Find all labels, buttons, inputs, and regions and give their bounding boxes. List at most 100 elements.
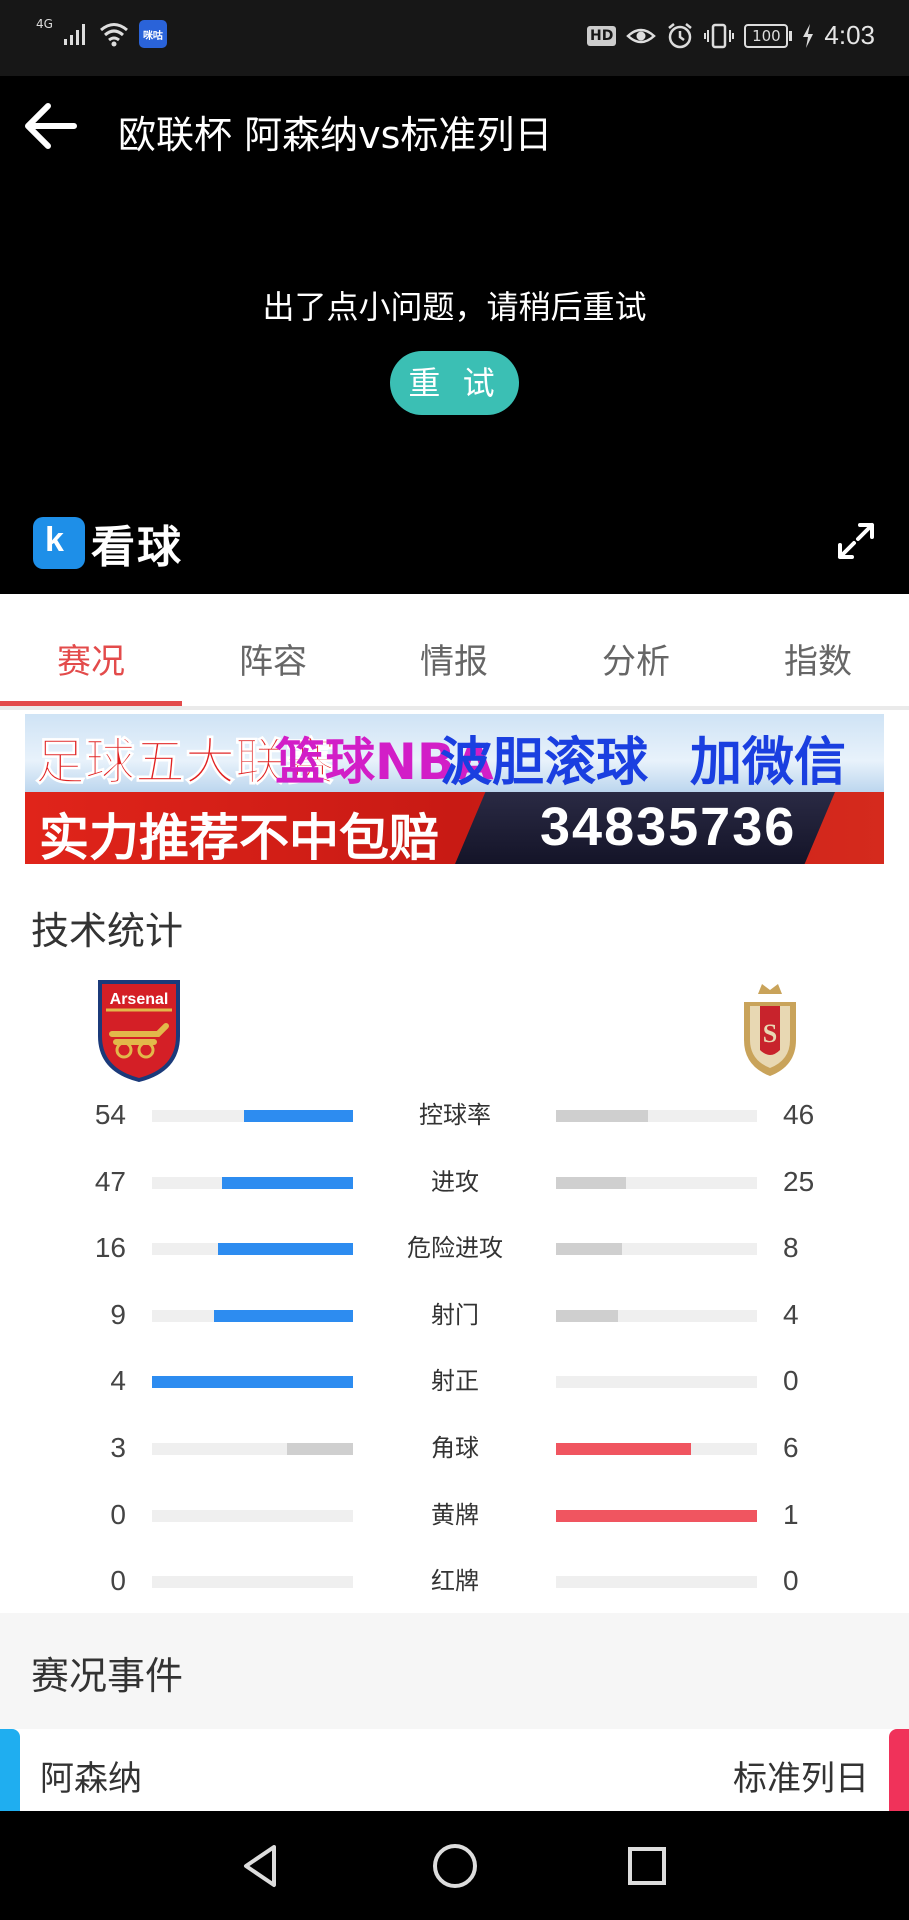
away-team-color-bar — [889, 1729, 909, 1811]
back-nav-icon[interactable] — [234, 1839, 288, 1893]
banner-text: 实力推荐不中包赔 — [39, 809, 439, 864]
home-stat-bar — [152, 1243, 353, 1256]
away-stat-value: 6 — [783, 1432, 799, 1463]
home-stat-value: 54 — [94, 1099, 126, 1130]
stat-row: 16 危险进攻 8 — [0, 1228, 909, 1268]
home-stat-bar — [152, 1176, 353, 1189]
stat-row: 0 黄牌 1 — [0, 1495, 909, 1535]
match-events-section: 赛况事件 阿森纳 标准列日 — [0, 1613, 909, 1811]
home-team-name: 阿森纳 — [40, 1759, 142, 1799]
crest-text: Arsenal — [110, 991, 169, 1008]
away-stat-bar-fill — [556, 1110, 648, 1122]
svg-text:S: S — [763, 1019, 777, 1048]
home-stat-bar-fill — [218, 1243, 353, 1256]
home-stat-value: 9 — [110, 1298, 126, 1330]
tab-odds[interactable]: 指数 — [727, 594, 909, 704]
tab-match-status[interactable]: 赛况 — [0, 594, 182, 704]
home-stat-bar — [152, 1376, 353, 1389]
home-stat-bar — [152, 1110, 353, 1122]
retry-button[interactable]: 重 试 — [390, 351, 519, 415]
stat-label: 射门 — [431, 1300, 479, 1329]
banner-top-strip: 足球五大联赛 篮球NBA 波胆滚球 加微信 — [25, 714, 884, 793]
home-stat-bar — [152, 1509, 353, 1522]
clock-time: 4:03 — [824, 20, 875, 50]
tab-intel[interactable]: 情报 — [363, 594, 545, 704]
stat-row: 47 进攻 25 — [0, 1162, 909, 1202]
banner-text: 加微信 — [690, 733, 847, 793]
home-stat-value: 0 — [110, 1565, 126, 1597]
away-stat-bar — [556, 1176, 757, 1189]
page-title: 欧联杯 阿森纳vs标准列日 — [118, 113, 553, 157]
stat-row: 3 角球 6 — [0, 1428, 909, 1468]
logo-text: 看球 — [91, 522, 183, 573]
tab-divider — [0, 706, 909, 710]
away-stat-value: 46 — [783, 1099, 815, 1130]
away-stat-value: 8 — [783, 1232, 799, 1264]
home-stat-bar-fill — [214, 1309, 353, 1322]
stat-row: 4 射正 0 — [0, 1361, 909, 1401]
home-team-color-bar — [0, 1729, 20, 1811]
home-stat-bar-fill — [244, 1110, 353, 1122]
away-stat-value: 0 — [783, 1365, 799, 1397]
banner-phone-number: 34835736 — [540, 797, 797, 857]
away-stat-bar — [556, 1243, 757, 1256]
home-nav-icon[interactable] — [428, 1839, 482, 1893]
stat-label: 控球率 — [419, 1101, 491, 1129]
stat-label: 射正 — [431, 1367, 479, 1396]
away-stat-bar — [556, 1576, 757, 1589]
video-player: 欧联杯 阿森纳vs标准列日 出了点小问题，请稍后重试 重 试 k 看球 — [0, 76, 909, 594]
alarm-icon — [668, 22, 693, 48]
tech-stats-section: 技术统计 Arsenal S 54 控球率 46 47 进攻 25 16 危险进攻 8 9 射门 4 4… — [0, 868, 909, 1613]
away-team-name: 标准列日 — [733, 1759, 869, 1799]
vibrate-icon — [704, 23, 735, 48]
charging-icon — [803, 23, 814, 48]
away-stat-value: 4 — [783, 1298, 799, 1330]
stat-label: 进攻 — [431, 1167, 479, 1196]
home-stat-bar-fill — [152, 1376, 353, 1389]
stat-row: 54 控球率 46 — [0, 1095, 909, 1135]
recents-nav-icon[interactable] — [620, 1839, 674, 1893]
home-stat-value: 47 — [94, 1165, 126, 1197]
away-stat-value: 1 — [783, 1498, 799, 1530]
banner-bottom-strip: 实力推荐不中包赔 34835736 — [25, 792, 884, 864]
stat-row: 0 红牌 0 — [0, 1561, 909, 1601]
away-stat-bar — [556, 1509, 757, 1522]
eye-comfort-icon — [626, 28, 657, 43]
fullscreen-icon[interactable] — [836, 521, 876, 561]
wifi-icon — [99, 23, 128, 47]
home-stat-bar — [152, 1443, 353, 1455]
system-nav-bar — [0, 1811, 909, 1920]
away-stat-bar — [556, 1376, 757, 1389]
away-stat-bar-fill — [556, 1443, 691, 1455]
standard-liege-crest-icon: S — [744, 984, 796, 1076]
away-stat-bar-fill — [556, 1309, 618, 1322]
home-stat-bar — [152, 1576, 353, 1589]
away-stat-value: 0 — [783, 1565, 799, 1597]
back-arrow-icon[interactable] — [22, 98, 78, 154]
stat-row: 9 射门 4 — [0, 1295, 909, 1335]
status-bar: 4G 咪咕 HD 100 4:03 — [0, 0, 909, 76]
away-stat-bar — [556, 1443, 757, 1455]
tab-analysis[interactable]: 分析 — [545, 594, 727, 704]
tab-lineup[interactable]: 阵容 — [182, 594, 364, 704]
events-team-header: 阿森纳 标准列日 — [0, 1729, 909, 1811]
home-stat-value: 4 — [110, 1365, 126, 1397]
home-stat-value: 0 — [110, 1498, 126, 1530]
stats-title: 技术统计 — [31, 909, 184, 953]
app-notification-icon: 咪咕 — [138, 20, 167, 48]
home-stat-bar — [152, 1309, 353, 1322]
away-stat-bar-fill — [556, 1176, 626, 1189]
stat-label: 危险进攻 — [407, 1234, 503, 1263]
away-stat-bar — [556, 1309, 757, 1322]
ad-banner[interactable]: 足球五大联赛 篮球NBA 波胆滚球 加微信 实力推荐不中包赔 34835736 — [25, 714, 884, 864]
signal-icon — [63, 24, 85, 45]
tab-bar: 赛况 阵容 情报 分析 指数 — [0, 594, 909, 710]
banner-text: 波胆滚球 — [440, 733, 649, 793]
stat-label: 红牌 — [431, 1567, 479, 1596]
arsenal-crest-icon: Arsenal — [98, 980, 180, 1082]
home-stat-value: 16 — [94, 1232, 126, 1264]
app-logo: k 看球 — [33, 511, 183, 575]
away-stat-bar-fill — [556, 1243, 622, 1256]
network-type-label: 4G — [36, 17, 53, 31]
home-stat-bar-fill — [287, 1443, 353, 1455]
